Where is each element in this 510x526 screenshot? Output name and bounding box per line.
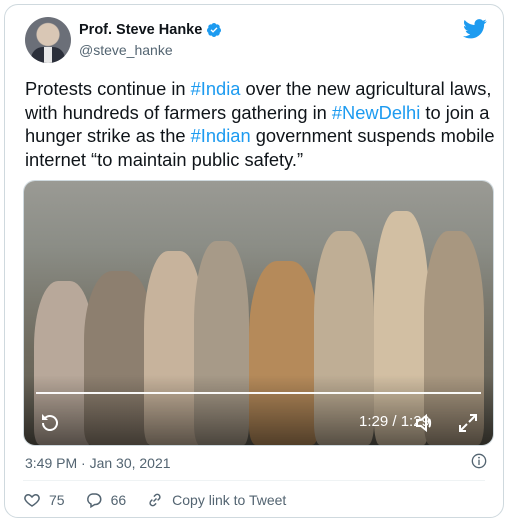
author-name-row[interactable]: Prof. Steve Hanke [79, 22, 222, 38]
author-name[interactable]: Prof. Steve Hanke [79, 22, 202, 38]
hashtag-link[interactable]: #India [191, 78, 241, 99]
link-icon [149, 493, 161, 507]
twitter-bird-icon[interactable] [463, 19, 487, 39]
copy-link-label: Copy link to Tweet [172, 492, 287, 508]
like-button[interactable]: 75 [23, 491, 65, 509]
video-progress-bar[interactable] [36, 392, 481, 394]
divider [23, 480, 485, 481]
video-player[interactable]: 1:29 / 1:29 [23, 180, 494, 446]
reply-count: 66 [110, 492, 127, 508]
reply-button[interactable]: 66 [85, 491, 127, 509]
tweet-text-segment: Protests continue in [25, 78, 191, 99]
tweet-timestamp[interactable]: 3:49 PM · Jan 30, 2021 [25, 455, 171, 471]
tweet-text: Protests continue in #India over the new… [25, 77, 495, 171]
hashtag-link[interactable]: #Indian [191, 125, 251, 146]
volume-icon[interactable] [413, 411, 437, 435]
author-handle[interactable]: @steve_hanke [79, 42, 173, 58]
avatar-shirt [44, 47, 52, 63]
info-icon[interactable] [471, 453, 487, 469]
copy-link-button[interactable]: Copy link to Tweet [146, 491, 286, 509]
heart-icon [24, 493, 40, 507]
fullscreen-icon[interactable] [456, 411, 480, 435]
verified-badge-icon [207, 23, 222, 37]
tweet-card[interactable]: Prof. Steve Hanke @steve_hanke Protests … [4, 4, 504, 518]
hashtag-link[interactable]: #NewDelhi [332, 102, 420, 123]
like-count: 75 [49, 492, 65, 508]
replay-icon[interactable] [38, 411, 62, 435]
tweet-actions: 75 66 Copy link to Tweet [23, 491, 306, 509]
video-frame [24, 181, 493, 445]
reply-icon [86, 493, 101, 509]
avatar[interactable] [25, 17, 71, 63]
